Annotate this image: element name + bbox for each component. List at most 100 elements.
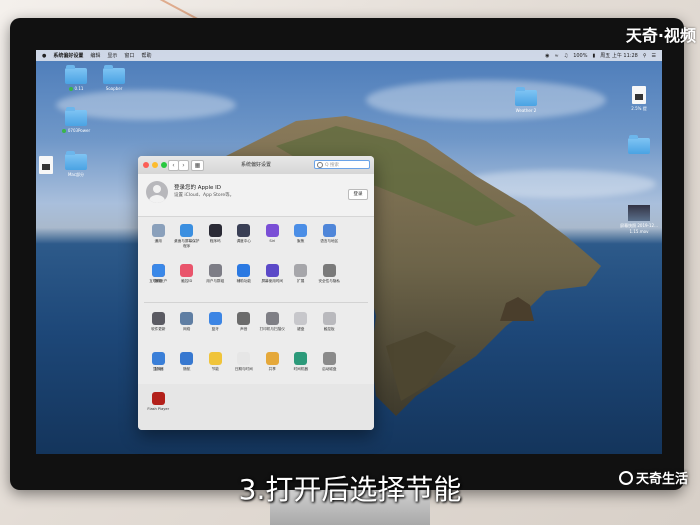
volume-icon[interactable]: ♫ [564,53,568,59]
desktop-document[interactable] [36,156,66,176]
language-icon [322,224,336,237]
flash-player-icon [151,392,165,405]
pref-pane-label: 用户与群组 [206,279,225,283]
pref-pane[interactable]: 节能 [201,346,230,386]
pref-pane-label: 安全性与隐私 [318,279,341,283]
pref-pane[interactable]: 用户与群组 [201,258,230,298]
pref-pane[interactable]: 日期与时间 [230,346,259,386]
pref-pane-label: 随航 [183,367,191,371]
watermark-bottom: 天奇生活 [618,468,688,487]
pref-pane[interactable]: 辅助功能 [230,258,259,298]
menu-help[interactable]: 帮助 [141,52,151,59]
battery-icon[interactable]: ▮ [592,53,595,59]
pref-pane[interactable]: 程序坞 [201,218,230,258]
pref-pane-label: 软件更新 [151,327,166,331]
desktop-folder[interactable]: 0.11 [56,65,96,91]
desktop-icon-label: 0703Power [67,128,91,133]
network-icon [180,312,194,325]
pref-pane[interactable]: 时间机器 [287,346,316,386]
desktop-icon [180,224,194,237]
pref-row-hardware-2: 显示器 随航 节能 日期与时间 共享 时间机器 启动磁盘 [138,346,374,386]
pref-pane[interactable]: Siri [258,218,287,258]
pref-pane-label: 日期与时间 [234,367,253,371]
pref-pane-label: 时间机器 [293,367,308,371]
window-titlebar[interactable]: ‹ › ▦ 系统偏好设置 Q 搜索 [138,156,374,175]
menu-edit[interactable]: 编辑 [90,52,100,59]
menu-view[interactable]: 显示 [107,52,117,59]
startup-disk-icon [322,352,336,365]
sound-icon [237,312,251,325]
pref-pane-label: 声音 [240,327,248,331]
pref-pane[interactable]: 蓝牙 [201,306,230,346]
menu-bar: ● 系统偏好设置 编辑 显示 窗口 帮助 ◉ ≈ ♫ 100% ▮ 周五 上午 … [36,50,662,61]
internet-accounts-icon [151,264,165,277]
pref-pane[interactable]: 显示器 [144,346,173,386]
pref-pane[interactable]: 语言与地区 [315,218,344,258]
desktop-folder[interactable]: Weather 2 [506,87,546,113]
desktop-folder[interactable] [619,135,659,156]
pref-pane[interactable]: 启动磁盘 [315,346,344,386]
menu-window[interactable]: 窗口 [124,52,134,59]
pref-pane-label: Flash Player [147,407,170,411]
pref-pane-label: 显示器 [152,367,164,371]
video-caption: 3.打开后选择节能 [238,473,462,506]
battery-percent[interactable]: 100% [573,53,587,59]
divider [144,302,368,303]
sidecar-icon [180,352,194,365]
pref-pane[interactable]: 键盘 [287,306,316,346]
desktop-folder[interactable]: Soapber [94,65,134,91]
status-icon[interactable]: ◉ [545,53,549,59]
desktop-icon-label: Mac部分 [67,172,85,177]
pref-pane[interactable]: 软件更新 [144,306,173,346]
apple-id-subtitle: 设置 iCloud、App Store等。 [174,193,235,198]
spotlight-icon [294,224,308,237]
brand-logo-icon [618,470,633,485]
pref-pane[interactable]: 互联网帐户 [144,258,173,298]
folder-icon [628,135,650,154]
desktop-document[interactable]: 2.5% 提 [619,86,659,112]
pref-pane-label: 触控板 [323,327,335,331]
spotlight-menu-icon[interactable]: ⚲ [643,53,647,59]
search-placeholder: Q 搜索 [325,163,339,168]
desktop-icon-label: 2.5% 提 [631,106,647,111]
energy-saver-icon [208,352,222,365]
pref-pane[interactable]: 声音 [230,306,259,346]
pref-pane[interactable]: 打印机与扫描仪 [258,306,287,346]
notification-center-icon[interactable]: ☰ [652,53,656,59]
pref-pane[interactable]: 扩展 [287,258,316,298]
general-icon [151,224,165,237]
trackpad-icon [322,312,336,325]
pref-pane[interactable]: 安全性与隐私 [315,258,344,298]
desktop-folder[interactable]: 0703Power [56,107,96,133]
pref-pane[interactable]: 聚焦 [287,218,316,258]
pref-pane[interactable]: 触控板 [315,306,344,346]
menu-app-name[interactable]: 系统偏好设置 [53,52,83,59]
pref-pane-label: 打印机与扫描仪 [259,327,285,331]
apple-id-section: 登录您的 Apple ID 设置 iCloud、App Store等。 登录 [138,174,374,217]
clock[interactable]: 周五 上午 11:28 [600,52,638,59]
wifi-icon[interactable]: ≈ [555,53,559,59]
security-icon [322,264,336,277]
pref-pane[interactable]: Flash Player [144,386,173,426]
watermark-bottom-text: 天奇生活 [635,472,688,487]
pref-pane[interactable]: 随航 [173,346,202,386]
pref-pane[interactable]: 屏幕使用时间 [258,258,287,298]
search-field[interactable]: Q 搜索 [314,160,370,169]
login-button[interactable]: 登录 [348,189,368,200]
document-icon [39,156,53,174]
apple-menu-icon[interactable]: ● [42,53,46,59]
pref-pane-label: 桌面与屏幕保护程序 [174,239,200,248]
pref-pane[interactable]: 共享 [258,346,287,386]
pref-pane[interactable]: 触控ID [173,258,202,298]
pref-pane-label: 调度中心 [236,239,251,243]
desktop-icon-label: Weather 2 [515,108,537,113]
apple-id-title: 登录您的 Apple ID [174,185,222,191]
pref-pane[interactable]: 通用 [144,218,173,258]
system-preferences-window: ‹ › ▦ 系统偏好设置 Q 搜索 登录您的 Apple ID 设置 iClou… [138,156,374,430]
pref-pane-label: 触控ID [181,279,193,283]
watermark-top: 天奇·视频 [625,26,696,45]
desktop-video[interactable]: 屏幕快照 2019-12... 1.15.mov [619,205,659,234]
pref-pane[interactable]: 调度中心 [230,218,259,258]
pref-pane[interactable]: 桌面与屏幕保护程序 [173,218,202,258]
pref-pane[interactable]: 网络 [173,306,202,346]
